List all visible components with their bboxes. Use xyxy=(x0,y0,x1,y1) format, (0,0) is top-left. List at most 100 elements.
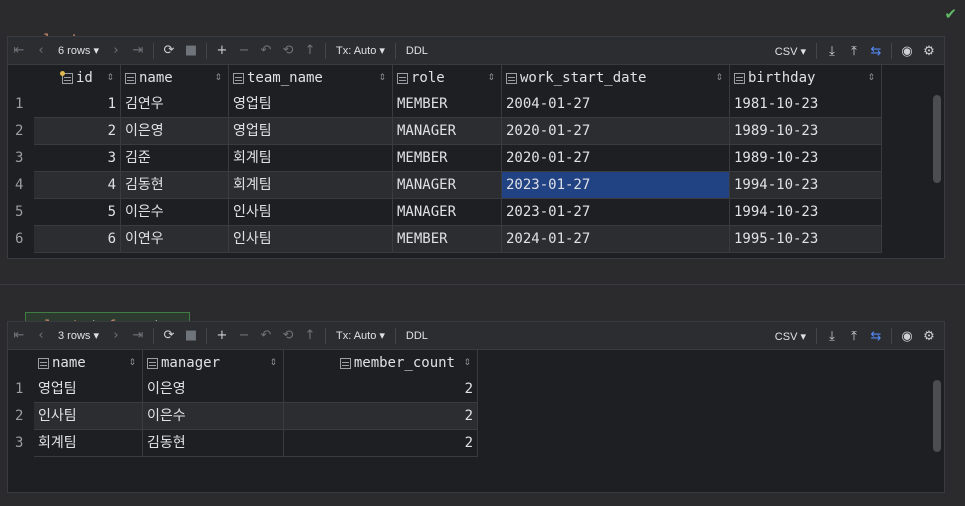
download-icon[interactable]: ⤓ xyxy=(821,40,843,62)
table-cell[interactable]: 2023-01-27 xyxy=(502,199,730,226)
table-cell[interactable]: MEMBER xyxy=(393,145,502,172)
upload-icon[interactable]: ⤒ xyxy=(843,40,865,62)
table-cell[interactable]: 2 xyxy=(34,118,121,145)
table-cell[interactable]: MANAGER xyxy=(393,199,502,226)
table-row[interactable]: 2 인사팀 이은수 2 xyxy=(8,403,944,430)
first-page-icon[interactable]: ⇤ xyxy=(8,40,30,62)
column-header-birthday[interactable]: birthday ⇕ xyxy=(730,65,882,91)
table-cell[interactable]: 김연우 xyxy=(121,91,229,118)
table-cell[interactable]: 이은영 xyxy=(121,118,229,145)
table-cell[interactable]: 1 xyxy=(34,91,121,118)
vertical-scrollbar[interactable] xyxy=(933,380,941,452)
vertical-scrollbar[interactable] xyxy=(933,95,941,183)
sort-icon[interactable]: ⇕ xyxy=(128,350,136,376)
table-row[interactable]: 3 3 김준 회계팀 MEMBER 2020-01-27 1989-10-23 xyxy=(8,145,944,172)
stop-icon[interactable]: ■ xyxy=(180,325,202,347)
table-cell[interactable]: 김준 xyxy=(121,145,229,172)
table-row[interactable]: 6 6 이연우 인사팀 MEMBER 2024-01-27 1995-10-23 xyxy=(8,226,944,253)
sort-icon[interactable]: ⇕ xyxy=(463,350,471,376)
revert-icon[interactable]: ↶ xyxy=(255,325,277,347)
view-icon[interactable]: ◉ xyxy=(896,325,918,347)
rows-count-dropdown[interactable]: 3 rows ▾ xyxy=(52,329,105,342)
table-cell[interactable]: 1994-10-23 xyxy=(730,172,882,199)
table-cell[interactable]: MEMBER xyxy=(393,91,502,118)
sort-icon[interactable]: ⇕ xyxy=(106,65,114,91)
table-cell[interactable]: 2 xyxy=(284,403,478,430)
export-format-dropdown[interactable]: CSV ▾ xyxy=(769,45,812,58)
table-row[interactable]: 3 회계팀 김동현 2 xyxy=(8,430,944,457)
column-header-work-start-date[interactable]: work_start_date ⇕ xyxy=(502,65,730,91)
submit-icon[interactable]: ↑ xyxy=(299,40,321,62)
table-cell[interactable]: 2020-01-27 xyxy=(502,145,730,172)
table-row[interactable]: 1 영업팀 이은영 2 xyxy=(8,376,944,403)
table-cell[interactable]: 1981-10-23 xyxy=(730,91,882,118)
table-cell[interactable]: 3 xyxy=(34,145,121,172)
first-page-icon[interactable]: ⇤ xyxy=(8,325,30,347)
column-header-member-count[interactable]: member_count ⇕ xyxy=(284,350,478,376)
download-icon[interactable]: ⤓ xyxy=(821,325,843,347)
table-cell[interactable]: MANAGER xyxy=(393,118,502,145)
export-format-dropdown[interactable]: CSV ▾ xyxy=(769,330,812,343)
table-cell[interactable]: 1989-10-23 xyxy=(730,118,882,145)
compare-icon[interactable]: ⇆ xyxy=(865,40,887,62)
table-cell[interactable]: 회계팀 xyxy=(229,172,393,199)
table-cell[interactable]: 1995-10-23 xyxy=(730,226,882,253)
table-cell[interactable]: 회계팀 xyxy=(34,430,143,457)
tx-mode-dropdown[interactable]: Tx: Auto ▾ xyxy=(330,44,391,57)
table-cell[interactable]: 2004-01-27 xyxy=(502,91,730,118)
table-cell[interactable]: MANAGER xyxy=(393,172,502,199)
sort-icon[interactable]: ⇕ xyxy=(269,350,277,376)
table-cell[interactable]: 2023-01-27 xyxy=(502,172,730,199)
stop-icon[interactable]: ■ xyxy=(180,40,202,62)
sort-icon[interactable]: ⇕ xyxy=(214,65,222,91)
table-cell[interactable]: 영업팀 xyxy=(34,376,143,403)
settings-gear-icon[interactable]: ⚙ xyxy=(918,40,940,62)
ddl-button[interactable]: DDL xyxy=(400,330,434,342)
upload-icon[interactable]: ⤒ xyxy=(843,325,865,347)
next-page-icon[interactable]: › xyxy=(105,40,127,62)
ddl-button[interactable]: DDL xyxy=(400,45,434,57)
table-cell[interactable]: 영업팀 xyxy=(229,91,393,118)
table-cell[interactable]: 이은수 xyxy=(121,199,229,226)
sort-icon[interactable]: ⇕ xyxy=(487,65,495,91)
add-row-icon[interactable]: + xyxy=(211,40,233,62)
table-cell[interactable]: 인사팀 xyxy=(229,199,393,226)
column-header-id[interactable]: id ⇕ xyxy=(34,65,121,91)
tx-mode-dropdown[interactable]: Tx: Auto ▾ xyxy=(330,329,391,342)
table-cell[interactable]: 김동현 xyxy=(121,172,229,199)
table-cell[interactable]: 2 xyxy=(284,430,478,457)
delete-row-icon[interactable]: − xyxy=(233,325,255,347)
column-header-role[interactable]: role ⇕ xyxy=(393,65,502,91)
view-icon[interactable]: ◉ xyxy=(896,40,918,62)
next-page-icon[interactable]: › xyxy=(105,325,127,347)
prev-page-icon[interactable]: ‹ xyxy=(30,40,52,62)
preview-changes-icon[interactable]: ⟲ xyxy=(277,40,299,62)
table-cell[interactable]: 영업팀 xyxy=(229,118,393,145)
table-cell[interactable]: 인사팀 xyxy=(34,403,143,430)
submit-icon[interactable]: ↑ xyxy=(299,325,321,347)
column-header-name[interactable]: name ⇕ xyxy=(34,350,143,376)
add-row-icon[interactable]: + xyxy=(211,325,233,347)
table-row[interactable]: 4 4 김동현 회계팀 MANAGER 2023-01-27 1994-10-23 xyxy=(8,172,944,199)
last-page-icon[interactable]: ⇥ xyxy=(127,40,149,62)
column-header-name[interactable]: name ⇕ xyxy=(121,65,229,91)
table-cell[interactable]: 인사팀 xyxy=(229,226,393,253)
compare-icon[interactable]: ⇆ xyxy=(865,325,887,347)
column-header-manager[interactable]: manager ⇕ xyxy=(143,350,284,376)
last-page-icon[interactable]: ⇥ xyxy=(127,325,149,347)
refresh-icon[interactable]: ⟳ xyxy=(158,325,180,347)
table-row[interactable]: 2 2 이은영 영업팀 MANAGER 2020-01-27 1989-10-23 xyxy=(8,118,944,145)
delete-row-icon[interactable]: − xyxy=(233,40,255,62)
table-row[interactable]: 1 1 김연우 영업팀 MEMBER 2004-01-27 1981-10-23 xyxy=(8,91,944,118)
prev-page-icon[interactable]: ‹ xyxy=(30,325,52,347)
table-cell[interactable]: 4 xyxy=(34,172,121,199)
table-cell[interactable]: MEMBER xyxy=(393,226,502,253)
sort-icon[interactable]: ⇕ xyxy=(378,65,386,91)
refresh-icon[interactable]: ⟳ xyxy=(158,40,180,62)
sql-query-team[interactable]: select * from team; xyxy=(0,286,965,340)
revert-icon[interactable]: ↶ xyxy=(255,40,277,62)
table-cell[interactable]: 6 xyxy=(34,226,121,253)
table-cell[interactable]: 회계팀 xyxy=(229,145,393,172)
settings-gear-icon[interactable]: ⚙ xyxy=(918,325,940,347)
table-cell[interactable]: 이연우 xyxy=(121,226,229,253)
